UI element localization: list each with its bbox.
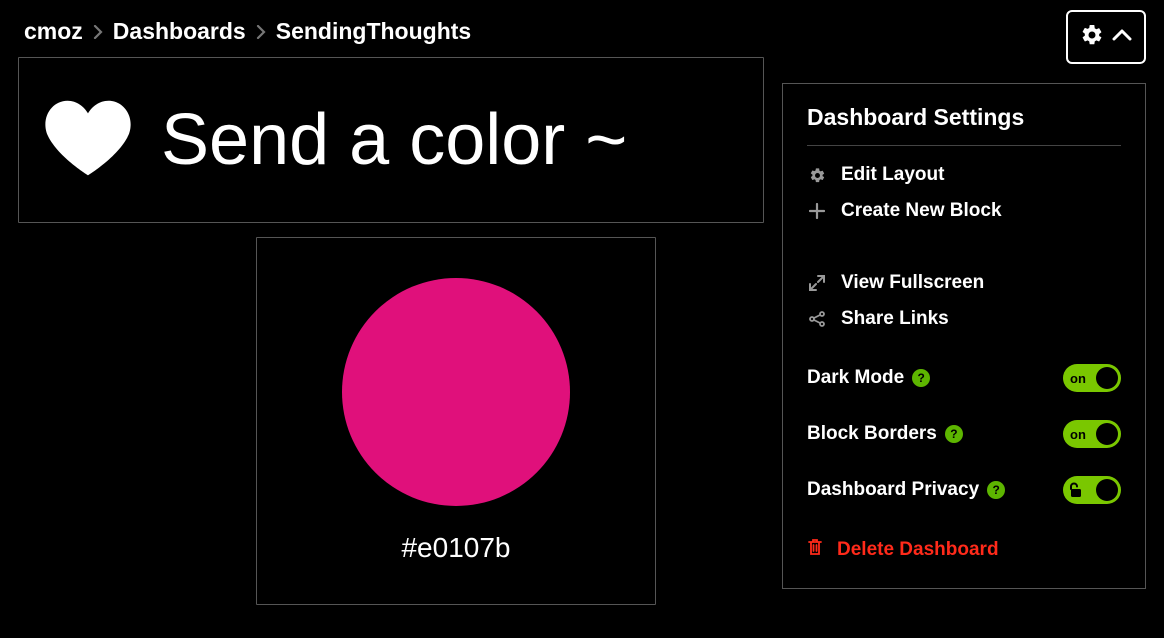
toggle-on-text: on	[1070, 427, 1086, 442]
color-hex-value: #e0107b	[401, 532, 510, 564]
breadcrumb: cmoz Dashboards SendingThoughts	[0, 0, 1164, 57]
view-fullscreen-button[interactable]: View Fullscreen	[807, 272, 1121, 294]
delete-dashboard-label: Delete Dashboard	[837, 539, 999, 561]
title-text: Send a color ~	[161, 99, 627, 181]
settings-toggle-button[interactable]	[1066, 10, 1146, 64]
toggle-knob	[1096, 423, 1118, 445]
unlock-icon	[1069, 482, 1083, 498]
block-borders-toggle[interactable]: on	[1063, 420, 1121, 448]
dark-mode-toggle[interactable]: on	[1063, 364, 1121, 392]
view-fullscreen-label: View Fullscreen	[841, 272, 984, 294]
dark-mode-row: Dark Mode ? on	[807, 364, 1121, 392]
gear-icon	[807, 167, 827, 184]
color-swatch	[342, 278, 570, 506]
create-block-button[interactable]: Create New Block	[807, 200, 1121, 222]
toggle-knob	[1096, 367, 1118, 389]
expand-icon	[807, 275, 827, 291]
privacy-label: Dashboard Privacy	[807, 479, 979, 501]
settings-panel-title: Dashboard Settings	[807, 104, 1121, 146]
title-block: Send a color ~	[18, 57, 764, 223]
share-links-label: Share Links	[841, 308, 949, 330]
block-borders-row: Block Borders ? on	[807, 420, 1121, 448]
plus-icon	[807, 203, 827, 219]
dark-mode-label: Dark Mode	[807, 367, 904, 389]
help-icon[interactable]: ?	[912, 369, 930, 387]
toggle-knob	[1096, 479, 1118, 501]
delete-dashboard-button[interactable]: Delete Dashboard	[807, 538, 1121, 562]
heart-icon	[43, 97, 133, 184]
chevron-right-icon	[256, 18, 266, 45]
create-block-label: Create New Block	[841, 200, 1002, 222]
share-links-button[interactable]: Share Links	[807, 308, 1121, 330]
trash-icon	[807, 538, 823, 562]
chevron-up-icon	[1112, 28, 1132, 47]
help-icon[interactable]: ?	[987, 481, 1005, 499]
color-block: #e0107b	[256, 237, 656, 605]
help-icon[interactable]: ?	[945, 425, 963, 443]
settings-panel: Dashboard Settings Edit Layout Create Ne…	[782, 83, 1146, 589]
privacy-toggle[interactable]	[1063, 476, 1121, 504]
privacy-row: Dashboard Privacy ?	[807, 476, 1121, 504]
breadcrumb-user[interactable]: cmoz	[24, 18, 83, 45]
block-borders-label: Block Borders	[807, 423, 937, 445]
edit-layout-label: Edit Layout	[841, 164, 944, 186]
edit-layout-button[interactable]: Edit Layout	[807, 164, 1121, 186]
gear-icon	[1080, 23, 1104, 52]
breadcrumb-current[interactable]: SendingThoughts	[276, 18, 471, 45]
chevron-right-icon	[93, 18, 103, 45]
toggle-on-text: on	[1070, 371, 1086, 386]
share-icon	[807, 311, 827, 327]
breadcrumb-dashboards[interactable]: Dashboards	[113, 18, 246, 45]
